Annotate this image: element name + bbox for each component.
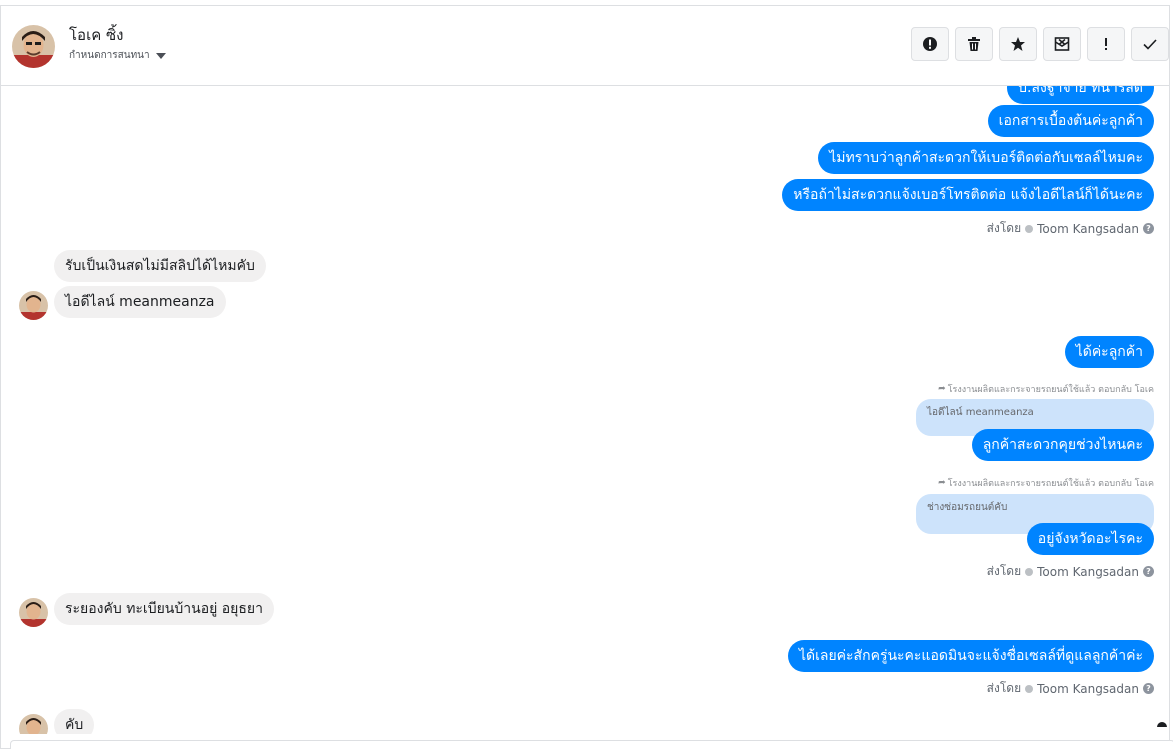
help-icon[interactable]: ? bbox=[1143, 223, 1154, 234]
contact-avatar-small bbox=[19, 291, 48, 320]
schedule-label: กำหนดการสนทนา bbox=[69, 50, 150, 61]
reply-arrow-icon: ➦ bbox=[938, 478, 946, 488]
conversation-schedule-dropdown[interactable]: กำหนดการสนทนา bbox=[69, 48, 166, 63]
exclamation-icon bbox=[1105, 38, 1107, 50]
outgoing-message: ลูกค้าสะดวกคุยช่วงไหนคะ bbox=[971, 429, 1154, 461]
check-icon bbox=[1143, 39, 1157, 50]
incoming-message: รับเป็นเงินสดไม่มีสลิปได้ไหมคับ bbox=[54, 250, 266, 282]
contact-avatar-small bbox=[19, 714, 48, 734]
done-button[interactable] bbox=[1131, 27, 1169, 61]
sent-by-label: ส่งโดย Toom Kangsadan ? bbox=[987, 562, 1154, 581]
incoming-message: ไอดีไลน์ meanmeanza bbox=[54, 286, 226, 318]
outgoing-message: หรือถ้าไม่สะดวกแจ้งเบอร์โทรติดต่อ แจ้งไอ… bbox=[782, 179, 1154, 211]
reply-arrow-icon: ➦ bbox=[938, 384, 946, 394]
spam-button[interactable] bbox=[911, 27, 949, 61]
reply-note-text: โรงงานผลิตและกระจายรถยนต์ใช้แล้ว ตอบกลับ… bbox=[947, 479, 1154, 489]
help-icon[interactable]: ? bbox=[1143, 683, 1154, 694]
envelope-x-icon bbox=[1054, 37, 1070, 51]
agent-name[interactable]: Toom Kangsadan bbox=[1037, 222, 1139, 236]
delete-button[interactable] bbox=[955, 27, 993, 61]
conversation-panel: โอเค ซิ้ง กำหนดการสนทนา บ.สงฐู่าจ่าย ทน้… bbox=[0, 5, 1170, 749]
help-icon[interactable]: ? bbox=[1143, 566, 1154, 577]
contact-avatar-small bbox=[19, 598, 48, 627]
sent-by-prefix: ส่งโดย bbox=[986, 221, 1022, 235]
sent-by-label: ส่งโดย Toom Kangsadan ? bbox=[987, 219, 1154, 238]
scroll-to-bottom-handle[interactable] bbox=[1157, 722, 1167, 727]
reply-note-text: โรงงานผลิตและกระจายรถยนต์ใช้แล้ว ตอบกลับ… bbox=[947, 385, 1154, 395]
outgoing-message: ได้เลยค่ะสักครู่นะคะแอดมินจะแจ้งชื่อเซลล… bbox=[787, 640, 1154, 672]
message-list[interactable]: บ.สงฐู่าจ่าย ทน้ารสดิ เอกสารเบื้องต้นค่ะ… bbox=[1, 86, 1169, 734]
sent-by-prefix: ส่งโดย bbox=[986, 564, 1022, 578]
reply-note: ➦ โรงงานผลิตและกระจายรถยนต์ใช้แล้ว ตอบกล… bbox=[938, 476, 1154, 490]
important-button[interactable] bbox=[1087, 27, 1125, 61]
agent-status-icon bbox=[1025, 224, 1034, 233]
outgoing-message: ไม่ทราบว่าลูกค้าสะดวกให้เบอร์ติดต่อกับเซ… bbox=[818, 142, 1154, 174]
star-icon bbox=[1011, 37, 1025, 51]
contact-name: โอเค ซิ้ง bbox=[69, 26, 124, 44]
agent-status-icon bbox=[1025, 684, 1034, 693]
incoming-message: ระยองคับ ทะเบียนบ้านอยู่ อยุธยา bbox=[54, 593, 274, 625]
exclamation-circle-icon bbox=[923, 37, 937, 51]
star-button[interactable] bbox=[999, 27, 1037, 61]
conversation-header: โอเค ซิ้ง กำหนดการสนทนา bbox=[1, 6, 1169, 86]
trash-icon bbox=[968, 37, 980, 51]
sent-by-label: ส่งโดย Toom Kangsadan ? bbox=[987, 679, 1154, 698]
agent-name[interactable]: Toom Kangsadan bbox=[1037, 565, 1139, 579]
agent-status-icon bbox=[1025, 567, 1034, 576]
incoming-message: คับ bbox=[54, 709, 95, 734]
contact-avatar[interactable] bbox=[12, 25, 55, 68]
outgoing-message: อยู่จังหวัดอะไรคะ bbox=[1026, 523, 1154, 555]
outgoing-message: เอกสารเบื้องต้นค่ะลูกค้า bbox=[987, 105, 1154, 137]
mark-unread-button[interactable] bbox=[1043, 27, 1081, 61]
outgoing-message: บ.สงฐู่าจ่าย ทน้ารสดิ bbox=[1007, 86, 1154, 104]
conversation-toolbar bbox=[911, 27, 1169, 61]
caret-down-icon bbox=[155, 52, 166, 59]
sent-by-prefix: ส่งโดย bbox=[986, 681, 1022, 695]
outgoing-message: ได้ค่ะลูกค้า bbox=[1064, 336, 1154, 368]
reply-note: ➦ โรงงานผลิตและกระจายรถยนต์ใช้แล้ว ตอบกล… bbox=[938, 382, 1154, 396]
agent-name[interactable]: Toom Kangsadan bbox=[1037, 682, 1139, 696]
message-composer[interactable] bbox=[10, 740, 1173, 749]
